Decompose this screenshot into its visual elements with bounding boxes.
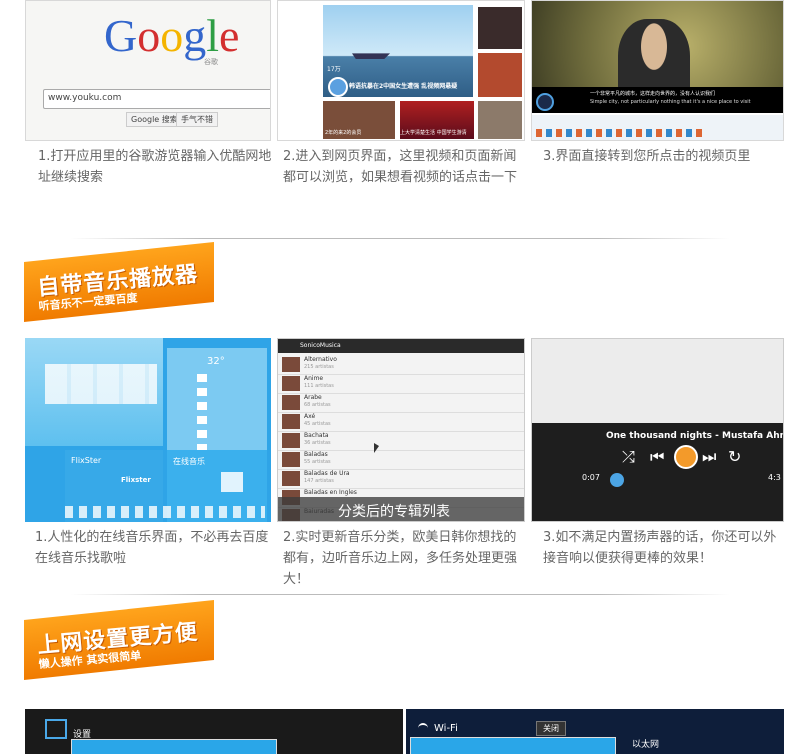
- wifi-settings-screenshot: Wi-Fi 关闭 以太网: [406, 709, 784, 754]
- bottom-thumb-1-text: 2年的来2的会员: [325, 130, 362, 136]
- list-item[interactable]: Anime 111 artistas: [278, 374, 524, 394]
- category-title: Baladas: [304, 451, 328, 458]
- list-item[interactable]: Bachata 36 artistas: [278, 431, 524, 451]
- category-count: 55 artistas: [304, 459, 331, 465]
- caption-2-1: 1.人性化的在线音乐界面，不必再去百度在线音乐找歌啦: [35, 530, 269, 566]
- play-button-icon[interactable]: [674, 445, 698, 469]
- google-logo-sub: 谷歌: [204, 58, 218, 66]
- url-input-text: www.youku.com: [48, 93, 122, 103]
- previous-icon[interactable]: ⏮: [650, 447, 664, 467]
- caption-1-1: 1.打开应用里的谷歌游览器输入优酷网地址继续搜索: [38, 149, 272, 185]
- list-item[interactable]: Axé 45 artistas: [278, 412, 524, 432]
- cursor-icon: [374, 443, 379, 453]
- category-count: 111 artistas: [304, 383, 334, 389]
- film-strip: [45, 364, 157, 404]
- google-browser-screenshot: Google 谷歌 www.youku.com Google 搜索 手气不错: [25, 0, 271, 141]
- category-count: 215 artistas: [304, 364, 334, 370]
- side-thumb-2[interactable]: [478, 53, 522, 97]
- category-title: Arabe: [304, 394, 322, 401]
- artist-thumb-icon: [282, 471, 300, 486]
- category-title: Bachata: [304, 432, 329, 439]
- category-title: Alternativo: [304, 356, 337, 363]
- artist-thumb-icon: [282, 433, 300, 448]
- total-time: 4:3: [768, 473, 781, 482]
- temperature: 32°: [207, 356, 225, 367]
- category-title: Axé: [304, 413, 316, 420]
- play-icon[interactable]: [328, 77, 348, 97]
- google-logo: Google: [104, 10, 240, 61]
- featured-headline: 韩语抗暴在2中国女生遭强 乱视频网悬疑: [349, 83, 458, 90]
- section-divider-1: [70, 238, 730, 239]
- section-divider-2: [70, 594, 730, 595]
- list-item[interactable]: Baladas de Ura 147 artistas: [278, 469, 524, 489]
- progress-knob-icon[interactable]: [610, 473, 624, 487]
- category-title: Baladas en Ingles: [304, 489, 357, 496]
- music-player-screenshot: One thousand nights - Mustafa Ahmad ⤮ ⏮ …: [531, 338, 784, 522]
- side-thumb-1[interactable]: [478, 7, 522, 49]
- wifi-icon: [418, 723, 428, 733]
- category-count: 36 artistas: [304, 440, 331, 446]
- pause-icon[interactable]: [536, 93, 554, 111]
- artist-thumb-icon: [282, 452, 300, 467]
- toolbar-icons[interactable]: [536, 129, 706, 137]
- flixster-label: FlixSter: [71, 456, 102, 465]
- category-count: 147 artistas: [304, 478, 334, 484]
- sun-icons: [197, 374, 207, 450]
- video-portal-screenshot: 韩语抗暴在2中国女生遭强 乱视频网悬疑 17万 2年的来2的会员 上大学清楚生活…: [277, 0, 525, 141]
- music-player-banner: 自带音乐播放器 听音乐不一定要百度: [24, 242, 214, 330]
- ethernet-label: 以太网: [632, 740, 660, 750]
- elapsed-time: 0:07: [582, 473, 600, 482]
- wifi-toggle[interactable]: 关闭: [536, 721, 566, 736]
- track-title: One thousand nights - Mustafa Ahmad: [606, 431, 784, 441]
- next-icon[interactable]: ⏭: [702, 447, 716, 467]
- music-category-screenshot: SonicoMusica Alternativo 215 artistas Anim…: [277, 338, 525, 522]
- category-title: Anime: [304, 375, 324, 382]
- lucky-button[interactable]: 手气不错: [176, 112, 218, 127]
- settings-screenshot: 设置: [25, 709, 403, 754]
- list-item[interactable]: Arabe 68 artistas: [278, 393, 524, 413]
- gift-box-icon: [221, 472, 243, 492]
- dock-icons[interactable]: [65, 506, 265, 518]
- flixster-logo: Flixster: [121, 476, 151, 484]
- caption-1-2: 2.进入到网页界面，这里视频和页面新闻都可以浏览，如果想看视频的话点击一下: [283, 149, 518, 185]
- category-count: 45 artistas: [304, 421, 331, 427]
- category-count: 68 artistas: [304, 402, 331, 408]
- list-item[interactable]: Alternativo 215 artistas: [278, 355, 524, 375]
- online-music-label: 在线音乐: [173, 457, 205, 466]
- artist-thumb-icon: [282, 357, 300, 372]
- bottom-thumb-3-text: 上大学清楚生活 中国学生游清: [400, 130, 467, 136]
- subtitle-cn: 一个非常平凡的城市，这样走向世界的，没有人认识我们: [590, 91, 716, 97]
- caption-2-3: 3.如不满足内置扬声器的话，你还可以外接音响以便获得更棒的效果！: [543, 530, 777, 566]
- list-item[interactable]: Baladas 55 artistas: [278, 450, 524, 470]
- video-count: 17万: [327, 66, 341, 73]
- category-title: Baladas de Ura: [304, 470, 350, 477]
- overlay-text: 分类后的专辑列表: [338, 504, 450, 520]
- app-name: SonicoMusica: [300, 342, 341, 349]
- player-toolbar[interactable]: [532, 115, 783, 140]
- video-player-screenshot: 一个非常平凡的城市，这样走向世界的，没有人认识我们 Simple city, n…: [531, 0, 784, 141]
- settings-icon: [45, 719, 67, 739]
- repeat-icon[interactable]: ↻: [728, 447, 741, 466]
- google-search-button[interactable]: Google 搜索: [126, 112, 183, 127]
- artist-thumb-icon: [282, 376, 300, 391]
- artist-thumb-icon: [282, 395, 300, 410]
- subtitle-en: Simple city, not particularly nothing th…: [590, 99, 751, 105]
- caption-2-2: 2.实时更新音乐分类，欧美日韩你想找的都有，边听音乐边上网，多任务处理更强大！: [283, 530, 518, 587]
- shuffle-icon[interactable]: ⤮: [622, 447, 635, 467]
- wifi-highlight[interactable]: [410, 737, 616, 754]
- caption-1-3: 3.界面直接转到您所点击的视频页里: [543, 149, 751, 164]
- network-settings-banner: 上网设置更方便 懒人操作 其实很简单: [24, 600, 214, 688]
- settings-highlight[interactable]: [71, 739, 277, 754]
- wifi-label: Wi-Fi: [434, 723, 458, 734]
- music-home-screenshot: 32° FlixSter Flixster 在线音乐: [25, 338, 271, 522]
- artist-thumb-icon: [282, 414, 300, 429]
